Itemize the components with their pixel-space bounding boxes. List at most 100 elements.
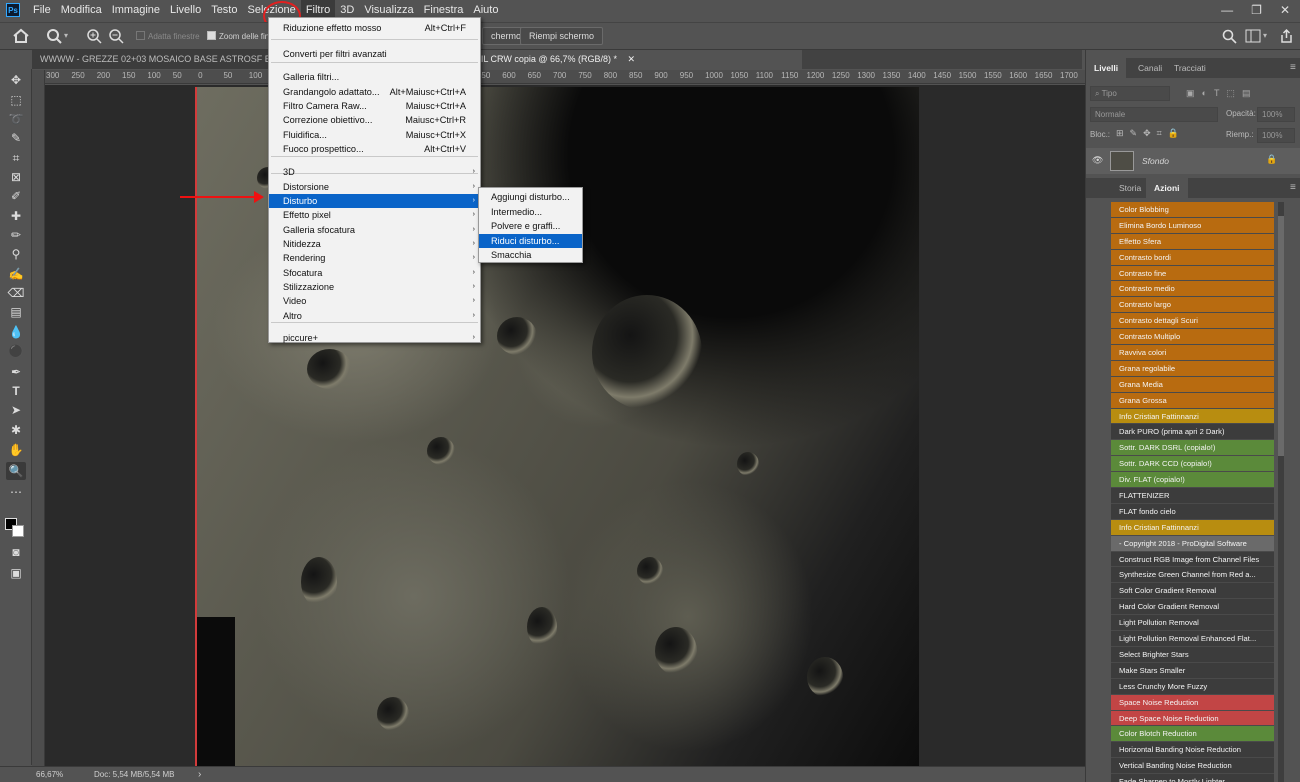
gradient-tool-icon[interactable]: ▤ — [6, 303, 26, 321]
menu-item-disturbo[interactable]: Disturbo › — [269, 194, 480, 208]
action-item[interactable]: Construct RGB Image from Channel Files — [1111, 551, 1274, 568]
path-selection-tool-icon[interactable]: ➤ — [6, 401, 26, 419]
share-icon[interactable] — [1279, 28, 1294, 44]
action-item[interactable]: Light Pollution Removal — [1111, 615, 1274, 632]
workspace-icon[interactable] — [1245, 29, 1261, 43]
menu-item-galleria-sfocatura[interactable]: Galleria sfocatura › — [269, 223, 480, 237]
visibility-eye-icon[interactable]: 👁 — [1092, 155, 1103, 166]
action-item[interactable]: Space Noise Reduction — [1111, 694, 1274, 711]
marquee-tool-icon[interactable]: ⬚ — [6, 91, 26, 109]
action-item[interactable]: Dark PURO (prima apri 2 Dark) — [1111, 424, 1274, 441]
action-item[interactable]: Less Crunchy More Fuzzy — [1111, 678, 1274, 695]
action-item[interactable]: - Copyright 2018 - ProDigital Software — [1111, 535, 1274, 552]
opacity-input[interactable]: 100% — [1257, 107, 1295, 122]
action-item[interactable]: Select Brighter Stars — [1111, 646, 1274, 663]
layer-kind-filter[interactable]: ⌕ Tipo — [1090, 86, 1170, 101]
adatta-finestre-checkbox[interactable]: Adatta finestre — [136, 31, 200, 41]
menu-modifica[interactable]: Modifica — [56, 0, 107, 20]
move-tool-icon[interactable]: ✥ — [6, 71, 26, 89]
menu-item-altro[interactable]: Altro › — [269, 309, 480, 323]
action-item[interactable]: Info Cristian Fattinnanzi — [1111, 408, 1274, 425]
layer-row[interactable]: 👁 Sfondo 🔒 — [1086, 148, 1300, 174]
close-icon[interactable]: ✕ — [1280, 3, 1290, 17]
action-item[interactable]: Sottr. DARK CCD (copialo!) — [1111, 456, 1274, 473]
action-item[interactable]: Color Blotch Reduction — [1111, 726, 1274, 743]
hand-tool-icon[interactable]: ✋ — [6, 441, 26, 459]
clone-stamp-tool-icon[interactable]: ⚲ — [6, 245, 26, 263]
submenu-item-intermedio[interactable]: Intermedio... — [479, 205, 582, 219]
panel-menu-icon[interactable]: ≡ — [1282, 58, 1300, 78]
tab-canali[interactable]: Canali — [1130, 58, 1170, 78]
zoom-out-icon[interactable] — [108, 28, 124, 44]
status-menu-icon[interactable]: › — [198, 769, 201, 780]
menu-item-nitidezza[interactable]: Nitidezza › — [269, 237, 480, 251]
history-brush-tool-icon[interactable]: ✍ — [6, 265, 26, 283]
blur-tool-icon[interactable]: 💧 — [6, 323, 26, 341]
action-item[interactable]: Grana Media — [1111, 376, 1274, 393]
action-item[interactable]: Grana regolabile — [1111, 360, 1274, 377]
screen-mode-icon[interactable]: ▣ — [6, 564, 26, 582]
tab-tracciati[interactable]: Tracciati — [1166, 58, 1214, 78]
menu-livello[interactable]: Livello — [165, 0, 206, 20]
frame-tool-icon[interactable]: ⊠ — [6, 168, 26, 186]
healing-brush-tool-icon[interactable]: ✚ — [6, 207, 26, 225]
submenu-item-riduci-disturbo[interactable]: Riduci disturbo... — [479, 233, 582, 248]
action-item[interactable]: Contrasto fine — [1111, 265, 1274, 282]
tab-livelli[interactable]: Livelli — [1086, 58, 1127, 78]
menu-item-piccure[interactable]: piccure+ › — [269, 331, 480, 345]
home-icon[interactable] — [12, 28, 30, 44]
type-tool-icon[interactable]: T — [6, 382, 26, 400]
action-item[interactable]: Contrasto Multiplo — [1111, 329, 1274, 346]
dodge-tool-icon[interactable]: ⚫ — [6, 342, 26, 360]
restore-icon[interactable]: ❐ — [1251, 3, 1262, 17]
actions-scrollbar[interactable] — [1278, 202, 1284, 782]
action-item[interactable]: Soft Color Gradient Removal — [1111, 583, 1274, 600]
action-item[interactable]: Synthesize Green Channel from Red a... — [1111, 567, 1274, 584]
action-item[interactable]: Ravviva colori — [1111, 345, 1274, 361]
action-item[interactable]: Color Blobbing — [1111, 202, 1274, 218]
action-item[interactable]: Effetto Sfera — [1111, 233, 1274, 250]
tab-storia[interactable]: Storia — [1111, 178, 1149, 198]
menu-item-distorsione[interactable]: Distorsione › — [269, 180, 480, 194]
action-item[interactable]: FLAT fondo cielo — [1111, 503, 1274, 520]
action-item[interactable]: Contrasto largo — [1111, 297, 1274, 314]
action-item[interactable]: Light Pollution Removal Enhanced Flat... — [1111, 631, 1274, 647]
pen-tool-icon[interactable]: ✒ — [6, 363, 26, 381]
more-tools-icon[interactable]: ⋯ — [6, 483, 26, 501]
action-item[interactable]: Div. FLAT (copialo!) — [1111, 472, 1274, 489]
eraser-tool-icon[interactable]: ⌫ — [6, 284, 26, 302]
menu-item-fuoco-prospettico[interactable]: Fuoco prospettico... Alt+Ctrl+V — [269, 142, 480, 156]
minimize-icon[interactable]: — — [1221, 3, 1233, 17]
action-item[interactable]: Contrasto medio — [1111, 281, 1274, 298]
blend-mode-select[interactable]: Normale — [1090, 107, 1218, 122]
close-tab-icon[interactable]: ✕ — [628, 54, 636, 64]
submenu-item-polvere-e-graffi[interactable]: Polvere e graffi... — [479, 219, 582, 233]
quick-mask-icon[interactable]: ◙ — [6, 543, 26, 561]
action-item[interactable]: Elimina Bordo Luminoso — [1111, 217, 1274, 234]
layer-filter-icons[interactable]: ▣◐T⬚▤ — [1186, 88, 1257, 99]
background-color-swatch[interactable] — [12, 525, 24, 537]
action-item[interactable]: Grana Grossa — [1111, 392, 1274, 409]
lock-icons[interactable]: ⊞✎✥⌗🔒 — [1116, 128, 1185, 139]
zoom-in-icon[interactable] — [86, 28, 102, 44]
menu-item-converti-per-filtri-avanzati[interactable]: Converti per filtri avanzati — [269, 47, 480, 61]
panel-menu-icon[interactable]: ≡ — [1282, 178, 1300, 198]
quick-select-tool-icon[interactable]: ✎ — [6, 129, 26, 147]
menu-immagine[interactable]: Immagine — [107, 0, 165, 20]
action-item[interactable]: FLATTENIZER — [1111, 488, 1274, 504]
menu-item-stilizzazione[interactable]: Stilizzazione › — [269, 280, 480, 294]
action-item[interactable]: Contrasto dettagli Scuri — [1111, 313, 1274, 330]
zoom-level[interactable]: 66,67% — [36, 770, 63, 779]
fill-input[interactable]: 100% — [1257, 128, 1295, 143]
brush-tool-icon[interactable]: ✏ — [6, 226, 26, 244]
menu-item-riduzione-effetto-mosso[interactable]: Riduzione effetto mosso Alt+Ctrl+F — [269, 21, 480, 35]
menu-testo[interactable]: Testo — [206, 0, 242, 20]
action-item[interactable]: Make Stars Smaller — [1111, 662, 1274, 679]
menu-item-sfocatura[interactable]: Sfocatura › — [269, 266, 480, 280]
tab-document-1[interactable]: WWWW - GREZZE 02+03 MOSAICO BASE ASTROSF… — [32, 50, 272, 69]
zoom-tool-icon[interactable]: 🔍 — [6, 462, 26, 480]
submenu-item-smacchia[interactable]: Smacchia — [479, 248, 582, 262]
custom-shape-tool-icon[interactable]: ✱ — [6, 421, 26, 439]
riempi-schermo-button[interactable]: Riempi schermo — [520, 27, 604, 45]
action-item[interactable]: Sottr. DARK DSRL (copialo!) — [1111, 440, 1274, 457]
